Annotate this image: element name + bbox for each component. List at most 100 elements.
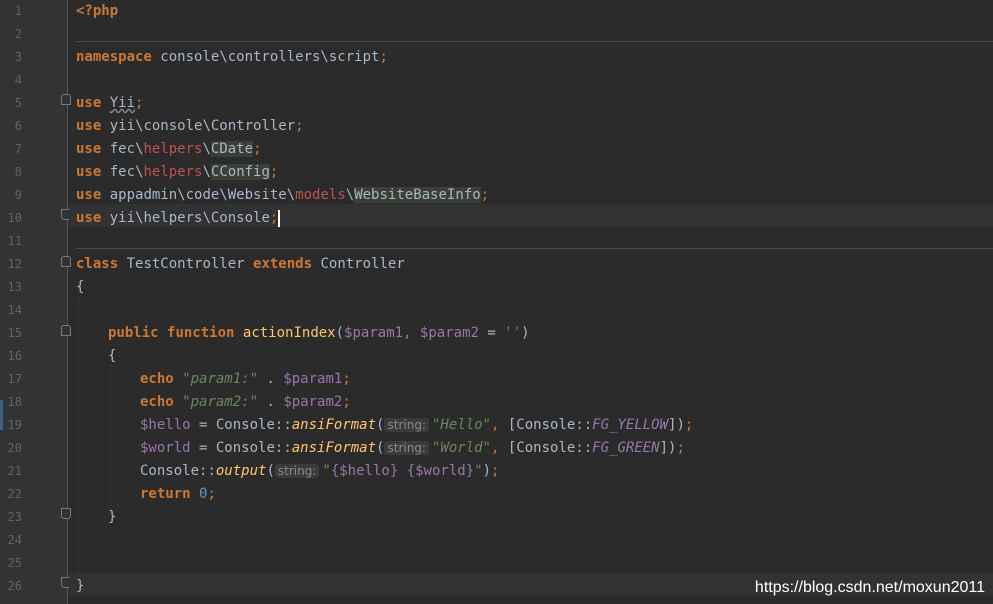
text-caret (278, 209, 281, 227)
keyword: use (76, 210, 102, 226)
semicolon: ; (342, 394, 351, 410)
string-literal: "World" (431, 440, 491, 456)
line-number: 10 (7, 211, 22, 225)
keyword: use (76, 118, 102, 134)
line-number: 11 (7, 234, 22, 248)
semicolon: ; (491, 463, 500, 479)
code-line-12: class TestController extends Controller (76, 253, 405, 276)
line-number: 25 (7, 556, 22, 570)
code-line-1: <?php (76, 0, 118, 23)
class-ref: Console (215, 440, 275, 456)
namespace-path: yii\helpers\Console (101, 210, 270, 226)
keyword: class (76, 256, 119, 272)
code-line-19: $hello = Console::ansiFormat(string: "Hel… (140, 417, 694, 433)
class-name: CDate (210, 141, 254, 157)
semicolon: ; (135, 95, 144, 111)
method-call: output (215, 463, 267, 479)
line-number: 8 (14, 165, 22, 179)
code-line-18: echo "param2:" . $param2; (140, 394, 351, 410)
code-line-21: Console::output(string: "{$hello} {$world… (140, 463, 500, 479)
line-number: 18 (7, 395, 22, 409)
line-number: 21 (7, 464, 22, 478)
namespace-sep: \ (345, 187, 355, 203)
php-open-tag: <?php (76, 3, 119, 19)
semicolon: ; (684, 417, 694, 433)
class-ref: Console (140, 463, 200, 479)
semicolon: ; (379, 49, 388, 65)
line-number: 5 (14, 96, 22, 110)
indent-guide (78, 296, 79, 576)
keyword: echo (140, 394, 174, 410)
class-name: Yii (109, 95, 136, 111)
semicolon: ; (295, 118, 304, 134)
method-separator (76, 41, 993, 42)
variable: $world (140, 440, 191, 456)
string-literal: "Hello" (431, 417, 491, 433)
semicolon: ; (269, 210, 279, 226)
brace: { (76, 279, 85, 295)
string-quote: " (474, 463, 483, 479)
code-line-16: { (108, 345, 116, 368)
keyword: use (76, 164, 102, 180)
line-number: 9 (14, 188, 22, 202)
keyword: function (167, 325, 235, 341)
constant: FG_YELLOW (592, 417, 669, 433)
class-name: WebsiteBaseInfo (354, 187, 481, 203)
semicolon: ; (269, 164, 279, 180)
namespace-path: console\controllers\script (151, 49, 380, 65)
namespace-sep: \ (202, 164, 211, 180)
semicolon: ; (342, 371, 351, 387)
watermark-text: https://blog.csdn.net/moxun2011 (754, 579, 985, 596)
fold-collapse-icon[interactable] (61, 94, 71, 105)
line-number: 23 (7, 510, 22, 524)
namespace-sep: \ (202, 141, 211, 157)
semicolon: ; (480, 187, 490, 203)
line-number: 15 (7, 326, 22, 340)
class-ref: Console (516, 417, 576, 433)
indent-guide (110, 365, 111, 515)
keyword: namespace (76, 49, 152, 65)
line-number: 4 (14, 73, 22, 87)
fold-expand-icon[interactable] (61, 508, 71, 519)
line-number: 16 (7, 349, 22, 363)
parent-class: Controller (312, 256, 405, 272)
line-number: 12 (7, 257, 22, 271)
interpolated-variable: {$hello} (330, 463, 399, 479)
semicolon: ; (207, 486, 216, 502)
line-number: 13 (7, 280, 22, 294)
namespace-path: fec\ (101, 141, 144, 157)
string-literal: "param2:" (182, 394, 259, 410)
line-number-gutter[interactable]: 1 2 3 4 5 6 7 8 9 10 11 12 13 14 15 16 1… (0, 0, 68, 604)
fold-collapse-icon[interactable] (61, 256, 71, 267)
code-line-10: use yii\helpers\Console; (76, 207, 281, 230)
function-name: actionIndex (242, 325, 336, 341)
parameter-hint: string: (384, 441, 429, 455)
code-line-13: { (76, 276, 84, 299)
line-number: 3 (14, 50, 22, 64)
class-ref: Console (516, 440, 576, 456)
brace: { (108, 348, 117, 364)
parameter-hint: string: (384, 418, 429, 432)
brace: } (108, 509, 117, 525)
keyword: use (76, 187, 102, 203)
parameter-hint: string: (274, 464, 320, 478)
line-number: 6 (14, 119, 22, 133)
method-separator (76, 248, 993, 249)
code-line-6: use yii\console\Controller; (76, 115, 304, 138)
line-number: 7 (14, 142, 22, 156)
string-quote: " (322, 463, 331, 479)
namespace-path: appadmin\code\Website\ (101, 187, 296, 203)
string-literal: "param1:" (182, 371, 259, 387)
code-line-9: use appadmin\code\Website\models\Website… (76, 184, 489, 207)
namespace-segment: helpers (143, 164, 203, 180)
interpolated-variable: {$world} (406, 463, 475, 479)
code-line-8: use fec\helpers\CConfig; (76, 161, 278, 184)
namespace-segment: helpers (143, 141, 203, 157)
brace: } (76, 578, 85, 594)
code-line-22: return 0; (140, 483, 216, 506)
namespace-segment: models (295, 187, 346, 203)
keyword: return (140, 486, 191, 502)
keyword: echo (140, 371, 174, 387)
fold-collapse-icon[interactable] (61, 325, 71, 336)
variable: $param2 (283, 394, 343, 410)
